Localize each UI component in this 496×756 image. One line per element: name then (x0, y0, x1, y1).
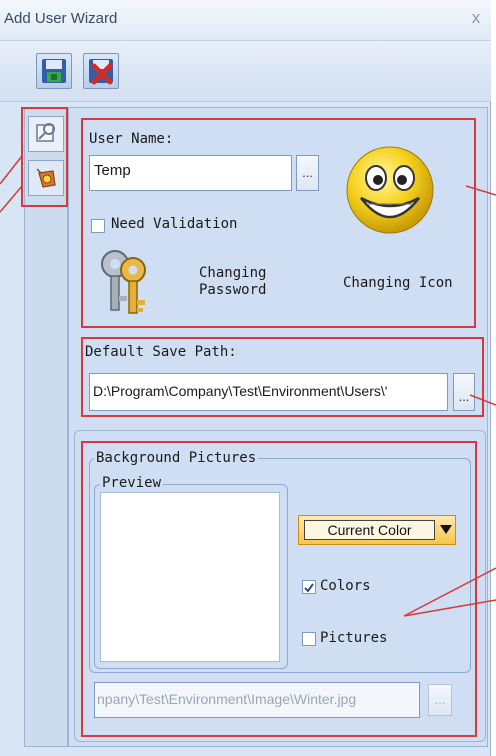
callout-lines (0, 155, 496, 617)
callout-line-background (403, 567, 496, 617)
callout-line-save-path (469, 394, 496, 406)
add-user-wizard-window: Add User Wizard x User Name: Temp ... Ne… (0, 0, 496, 756)
callout-line-sidebar (0, 155, 23, 185)
callout-line-icon (465, 185, 496, 196)
callout-line-sidebar-2 (0, 185, 23, 213)
